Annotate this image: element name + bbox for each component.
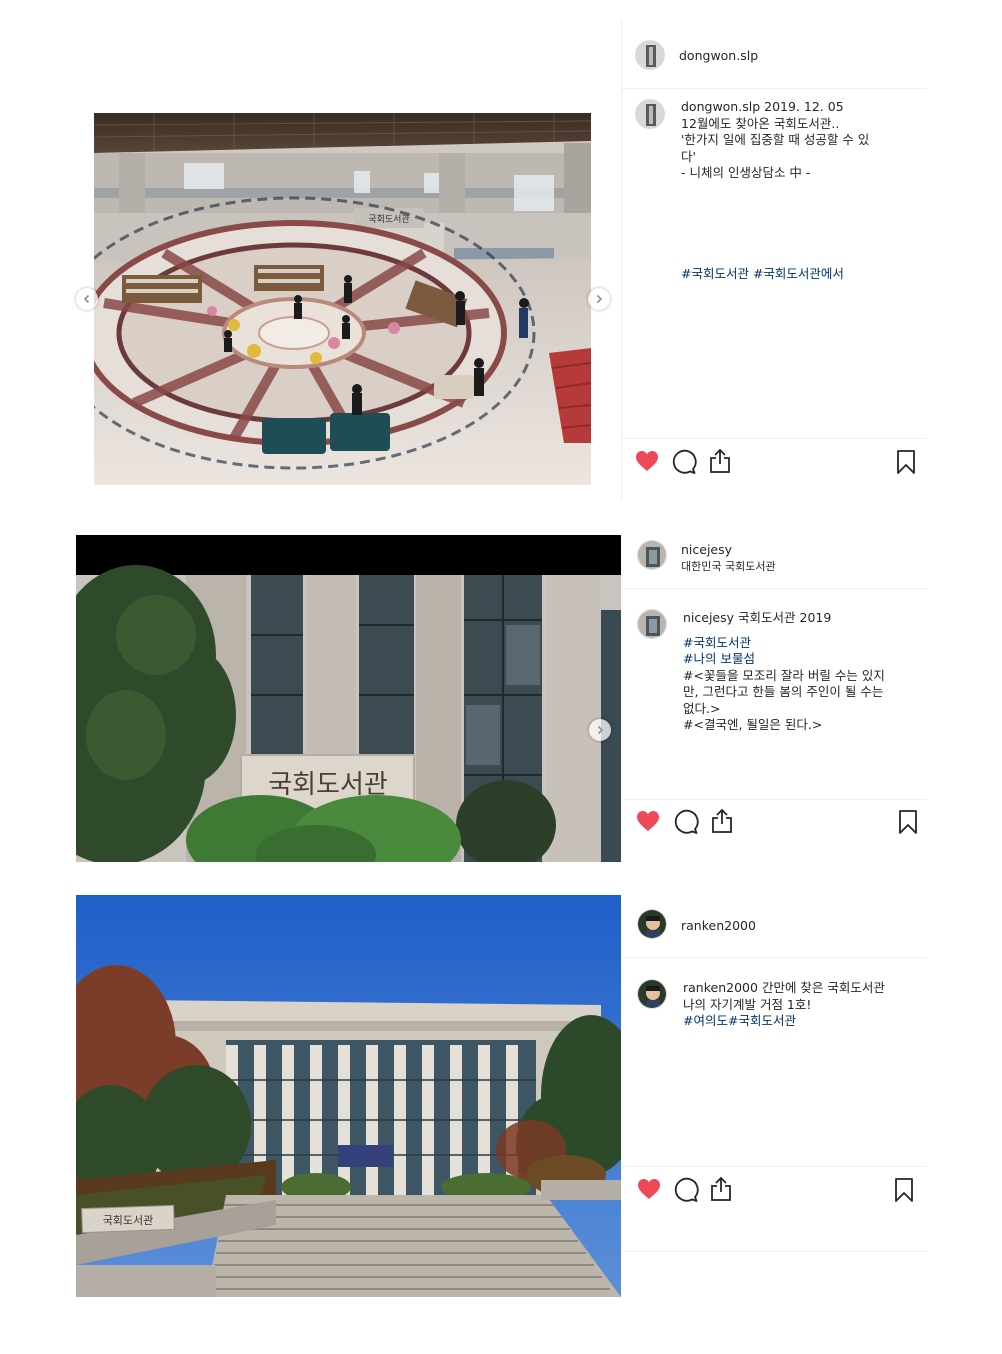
- hashtag-links[interactable]: #국회도서관 #국회도서관에서: [681, 266, 844, 283]
- caption-line: #<결국엔, 될일은 된다.>: [683, 717, 823, 732]
- share-icon[interactable]: [710, 808, 734, 834]
- caption-line: 없다.>: [683, 700, 721, 716]
- caption-username[interactable]: dongwon.slp: [681, 99, 760, 114]
- post-photo-interior[interactable]: 국회도서관: [94, 113, 591, 485]
- share-icon[interactable]: [708, 448, 732, 474]
- hashtag-link[interactable]: #나의 보물섬: [683, 651, 913, 668]
- caption-date: 2019. 12. 05: [764, 99, 844, 114]
- stone-sign-text: 국회도서관: [103, 1214, 154, 1227]
- carousel-next-button[interactable]: [589, 719, 611, 741]
- comment-icon[interactable]: [673, 1177, 699, 1203]
- interior-sign: 국회도서관: [368, 214, 409, 225]
- avatar-image: [638, 541, 666, 569]
- caption-username[interactable]: ranken2000: [683, 980, 758, 995]
- caption-avatar[interactable]: [637, 609, 667, 639]
- header-divider: [622, 88, 926, 89]
- heart-filled-icon[interactable]: [635, 450, 659, 472]
- avatar-image: [636, 100, 664, 128]
- post-location[interactable]: 대한민국 국회도서관: [681, 558, 776, 574]
- heart-filled-icon[interactable]: [637, 1178, 661, 1200]
- caption-line: 12월에도 찾아온 국회도서관..: [681, 115, 840, 131]
- avatar[interactable]: [635, 40, 665, 70]
- actions-divider: [622, 799, 926, 800]
- carousel-next-button[interactable]: [588, 288, 610, 310]
- exterior-photo-illustration: 국회도서관: [76, 895, 621, 1297]
- post-caption: ranken2000 간만에 찾은 국회도서관 나의 자기계발 거점 1호! #…: [683, 980, 913, 1030]
- avatar-image: [636, 41, 664, 69]
- caption-avatar[interactable]: [637, 979, 667, 1009]
- hashtag-link[interactable]: #국회도서관: [683, 635, 913, 652]
- post-caption: dongwon.slp 2019. 12. 05 12월에도 찾아온 국회도서관…: [681, 99, 911, 182]
- caption-line: - 니체의 인생상담소 中 -: [681, 165, 811, 180]
- chevron-right-icon: [597, 725, 604, 735]
- hashtag-link[interactable]: #여의도#국회도서관: [683, 1013, 913, 1030]
- heart-filled-icon[interactable]: [636, 810, 660, 832]
- avatar-image: [638, 910, 666, 938]
- chevron-right-icon: [596, 294, 603, 304]
- comment-icon[interactable]: [671, 449, 697, 475]
- bookmark-icon[interactable]: [894, 1178, 914, 1202]
- comment-icon[interactable]: [673, 809, 699, 835]
- caption-head: 국회도서관 2019: [738, 610, 832, 625]
- post-photo-library-exterior[interactable]: 국회도서관: [76, 895, 621, 1297]
- caption-avatar[interactable]: [635, 99, 665, 129]
- actions-divider: [622, 438, 926, 439]
- post-divider-vertical: [621, 20, 622, 500]
- header-divider: [622, 957, 926, 958]
- bookmark-icon[interactable]: [896, 450, 916, 474]
- caption-line: #<꽃들을 모조리 잘라 버릴 수는 있지: [683, 667, 885, 683]
- header-divider: [622, 588, 926, 589]
- share-icon[interactable]: [709, 1176, 733, 1202]
- caption-line: 다': [681, 148, 696, 164]
- post-username[interactable]: ranken2000: [681, 918, 756, 933]
- actions-divider: [622, 1166, 926, 1167]
- avatar[interactable]: [637, 909, 667, 939]
- bookmark-icon[interactable]: [898, 810, 918, 834]
- interior-photo-illustration: 국회도서관: [94, 113, 591, 485]
- post-username[interactable]: nicejesy: [681, 542, 732, 557]
- post-bottom-divider: [622, 1251, 926, 1252]
- chevron-left-icon: [83, 294, 90, 304]
- carousel-prev-button[interactable]: [76, 288, 98, 310]
- caption-line: 나의 자기계발 거점 1호!: [683, 996, 812, 1012]
- caption-head: 간만에 찾은 국회도서관: [761, 980, 885, 995]
- post-username[interactable]: dongwon.slp: [679, 48, 758, 63]
- avatar-image: [638, 980, 666, 1008]
- caption-username[interactable]: nicejesy: [683, 610, 734, 625]
- post-caption: nicejesy 국회도서관 2019 #국회도서관 #나의 보물섬 #<꽃들을…: [683, 610, 913, 734]
- building-photo-illustration: 국회도서관: [76, 535, 621, 862]
- caption-line: '한가지 일에 집중할 때 성공할 수 있: [681, 132, 870, 147]
- avatar-image: [638, 610, 666, 638]
- avatar[interactable]: [637, 540, 667, 570]
- caption-line: 만, 그런다고 한들 봄의 주인이 될 수는: [683, 684, 884, 699]
- post-photo-building-sign[interactable]: 국회도서관: [76, 535, 621, 862]
